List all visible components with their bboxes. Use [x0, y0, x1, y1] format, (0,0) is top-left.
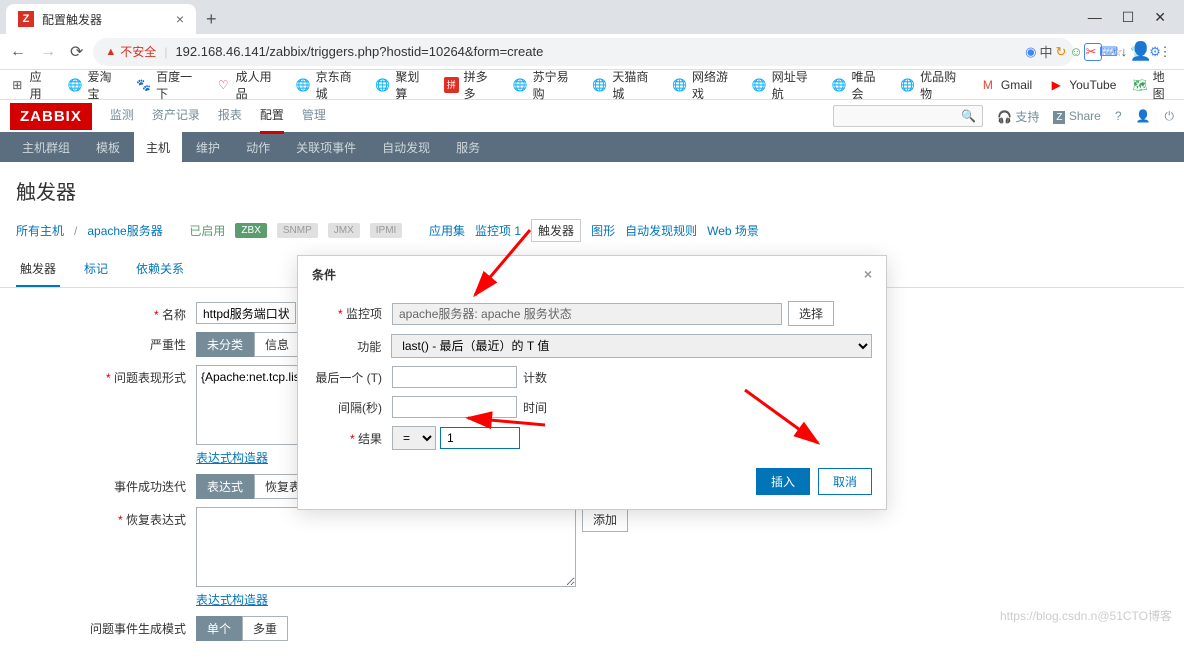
result-label: 结果 — [312, 430, 392, 447]
result-value-input[interactable] — [440, 427, 520, 449]
cancel-button[interactable]: 取消 — [818, 468, 872, 495]
last-input[interactable] — [392, 366, 517, 388]
watermark: https://blog.csdn.n@51CTO博客 — [1000, 607, 1172, 624]
result-operator-select[interactable]: = — [392, 426, 436, 450]
modal-close-icon[interactable]: × — [864, 266, 872, 283]
select-button[interactable]: 选择 — [788, 301, 834, 326]
item-input — [392, 303, 782, 325]
interval-label: 间隔(秒) — [312, 399, 392, 416]
insert-button[interactable]: 插入 — [756, 468, 810, 495]
condition-modal: 条件 × 监控项 选择 功能 last() - 最后（最近）的 T 值 最后一个… — [297, 255, 887, 510]
item-label: 监控项 — [312, 305, 392, 322]
function-label: 功能 — [312, 338, 391, 355]
count-label: 计数 — [523, 369, 547, 386]
interval-input[interactable] — [392, 396, 517, 418]
modal-overlay: 条件 × 监控项 选择 功能 last() - 最后（最近）的 T 值 最后一个… — [0, 0, 1184, 632]
function-select[interactable]: last() - 最后（最近）的 T 值 — [391, 334, 872, 358]
time-label: 时间 — [523, 399, 547, 416]
last-label: 最后一个 (T) — [312, 369, 392, 386]
modal-title: 条件 — [312, 266, 336, 283]
